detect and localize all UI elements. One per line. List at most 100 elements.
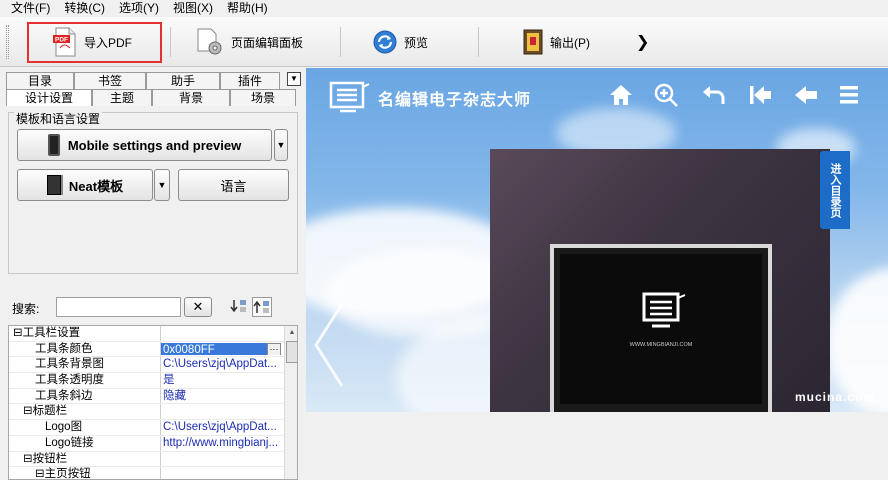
language-button[interactable]: 语言 <box>178 169 289 201</box>
property-value[interactable] <box>161 467 281 479</box>
property-value-text: http://www.mingbianj... <box>163 436 279 449</box>
book-page: WWW.MINGBIANJI.COM <box>490 149 830 412</box>
output-button[interactable]: 输出(P) <box>522 23 590 61</box>
sort-up-icon[interactable] <box>252 297 272 317</box>
flipbook-preview: 名编辑电子杂志大师 WWW.MINGBIANJI.COM 进入目录页 <box>306 68 888 412</box>
import-pdf-highlight <box>27 22 162 63</box>
book-output-icon <box>522 28 544 56</box>
property-value[interactable]: 隐藏 <box>161 389 281 404</box>
property-row[interactable]: 工具条颜色 0x0080FF ··· <box>9 341 297 358</box>
left-panel: 目录 书签 助手 插件 ▼ 设计设置 主题 背景 场景 模板和语言设置 Mobi… <box>6 68 302 480</box>
property-row[interactable]: ⊟按钮栏 <box>9 451 297 468</box>
toolbar-more-chevron-icon[interactable]: ❯ <box>636 23 649 61</box>
phone-icon <box>47 134 60 156</box>
sort-down-icon[interactable] <box>229 297 249 317</box>
search-label: 搜索: <box>12 302 40 316</box>
property-name: 工具条斜边 <box>9 388 161 404</box>
tab-bookmarks[interactable]: 书签 <box>74 72 146 89</box>
toolbar-separator <box>170 27 171 57</box>
tab-theme[interactable]: 主题 <box>92 89 152 106</box>
property-value-text: 0x0080FF <box>163 343 215 356</box>
property-grid: ⊟工具栏设置 工具条颜色 0x0080FF ··· 工具条背景图 C:\Users\zjq… <box>8 325 298 480</box>
property-row[interactable]: ⊟标题栏 <box>9 404 297 421</box>
clear-search-icon[interactable]: ✕ <box>184 297 212 317</box>
mobile-dropdown-icon[interactable]: ▼ <box>274 129 288 161</box>
scroll-thumb[interactable] <box>286 341 297 363</box>
property-row[interactable]: 工具条斜边 隐藏 <box>9 388 297 405</box>
watermark: mucina.com <box>795 390 876 404</box>
neat-template-label: Neat模板 <box>68 178 124 194</box>
property-row[interactable]: 工具条背景图 C:\Users\zjq\AppDat... <box>9 357 297 374</box>
menu-bar: 文件(F) 转换(C) 选项(Y) 视图(X) 帮助(H) <box>0 0 888 17</box>
property-row[interactable]: Logo链接 http://www.mingbianj... <box>9 435 297 452</box>
property-row[interactable]: 工具条透明度是 <box>9 373 297 389</box>
property-value[interactable]: 是 <box>161 373 281 388</box>
screen-logo-icon: WWW.MINGBIANJI.COM <box>630 292 693 348</box>
tabs-row-bottom: 设计设置 主题 背景 场景 <box>6 89 296 106</box>
page-prev-arrow-icon[interactable] <box>312 300 348 390</box>
back-icon[interactable] <box>701 82 727 108</box>
monitor-logo-icon <box>329 81 370 113</box>
menu-view[interactable]: 视图(X) <box>166 0 220 17</box>
mobile-settings-button[interactable]: Mobile settings and preview <box>17 129 272 161</box>
page-editor-label: 页面编辑面板 <box>231 35 304 50</box>
tab-contents[interactable]: 目录 <box>6 72 74 89</box>
property-name: ⊟主页按钮 <box>9 467 161 479</box>
template-book-icon <box>46 175 61 195</box>
property-value[interactable]: http://www.mingbianj... <box>161 436 281 451</box>
property-row[interactable]: ⊟主页按钮 <box>9 467 297 479</box>
property-scrollbar[interactable]: ▲ <box>284 326 297 479</box>
property-value[interactable]: 0x0080FF ··· <box>161 342 281 356</box>
svg-text:WWW.MINGBIANJI.COM: WWW.MINGBIANJI.COM <box>630 342 693 348</box>
zoom-in-icon[interactable] <box>653 82 679 108</box>
property-name: 工具条背景图 <box>9 357 161 373</box>
property-value[interactable]: C:\Users\zjq\AppDat... <box>161 357 281 372</box>
template-dropdown-icon[interactable]: ▼ <box>154 169 170 201</box>
menu-file[interactable]: 文件(F) <box>4 0 57 17</box>
page-settings-icon <box>195 27 225 57</box>
property-row[interactable]: ⊟工具栏设置 <box>9 326 297 342</box>
property-value[interactable] <box>161 326 281 341</box>
property-value-text: C:\Users\zjq\AppDat... <box>163 421 277 434</box>
property-value-text: C:\Users\zjq\AppDat... <box>163 358 277 371</box>
preview-label: 预览 <box>404 35 429 50</box>
menu-options[interactable]: 选项(Y) <box>112 0 166 17</box>
mobile-settings-label: Mobile settings and preview <box>67 137 242 153</box>
tab-background[interactable]: 背景 <box>152 89 230 106</box>
tab-scene[interactable]: 场景 <box>230 89 296 106</box>
menu-icon[interactable] <box>836 82 862 108</box>
property-name: ⊟工具栏设置 <box>9 326 161 341</box>
property-name: ⊟按钮栏 <box>9 451 161 467</box>
color-picker-ellipsis-button[interactable]: ··· <box>267 342 281 356</box>
first-page-icon[interactable] <box>747 82 773 108</box>
page-editor-button[interactable]: 页面编辑面板 <box>195 23 303 61</box>
scroll-up-icon[interactable]: ▲ <box>285 326 297 339</box>
tab-assistant[interactable]: 助手 <box>146 72 220 89</box>
search-input[interactable] <box>56 297 181 317</box>
tab-plugins[interactable]: 插件 <box>220 72 280 89</box>
toolbar-separator <box>478 27 479 57</box>
property-name: 工具条透明度 <box>9 373 161 388</box>
property-row[interactable]: Logo图 C:\Users\zjq\AppDat... <box>9 420 297 436</box>
menu-help[interactable]: 帮助(H) <box>220 0 275 17</box>
toolbar-separator <box>340 27 341 57</box>
home-icon[interactable] <box>608 82 634 108</box>
tabs-dropdown-icon[interactable]: ▼ <box>287 72 301 86</box>
toolbar-grip[interactable] <box>6 25 9 59</box>
enter-contents-tab[interactable]: 进入目录页 <box>820 151 850 229</box>
neat-template-button[interactable]: Neat模板 <box>17 169 153 201</box>
property-value[interactable] <box>161 452 281 467</box>
output-label: 输出(P) <box>550 35 590 50</box>
brand-name: 名编辑电子杂志大师 <box>378 92 532 109</box>
preview-button[interactable]: 预览 <box>372 23 428 61</box>
property-rows: ⊟工具栏设置 工具条颜色 0x0080FF ··· 工具条背景图 C:\Users\zjq… <box>9 326 297 479</box>
monitor-illustration: WWW.MINGBIANJI.COM <box>550 244 772 412</box>
tab-design-settings[interactable]: 设计设置 <box>6 89 92 106</box>
menu-convert[interactable]: 转换(C) <box>57 0 112 17</box>
refresh-icon <box>372 29 398 55</box>
property-value-text: 隐藏 <box>163 389 186 402</box>
property-name: Logo图 <box>9 420 161 435</box>
previous-page-icon[interactable] <box>793 82 819 108</box>
property-name: 工具条颜色 <box>9 341 161 357</box>
property-value[interactable]: C:\Users\zjq\AppDat... <box>161 420 281 435</box>
